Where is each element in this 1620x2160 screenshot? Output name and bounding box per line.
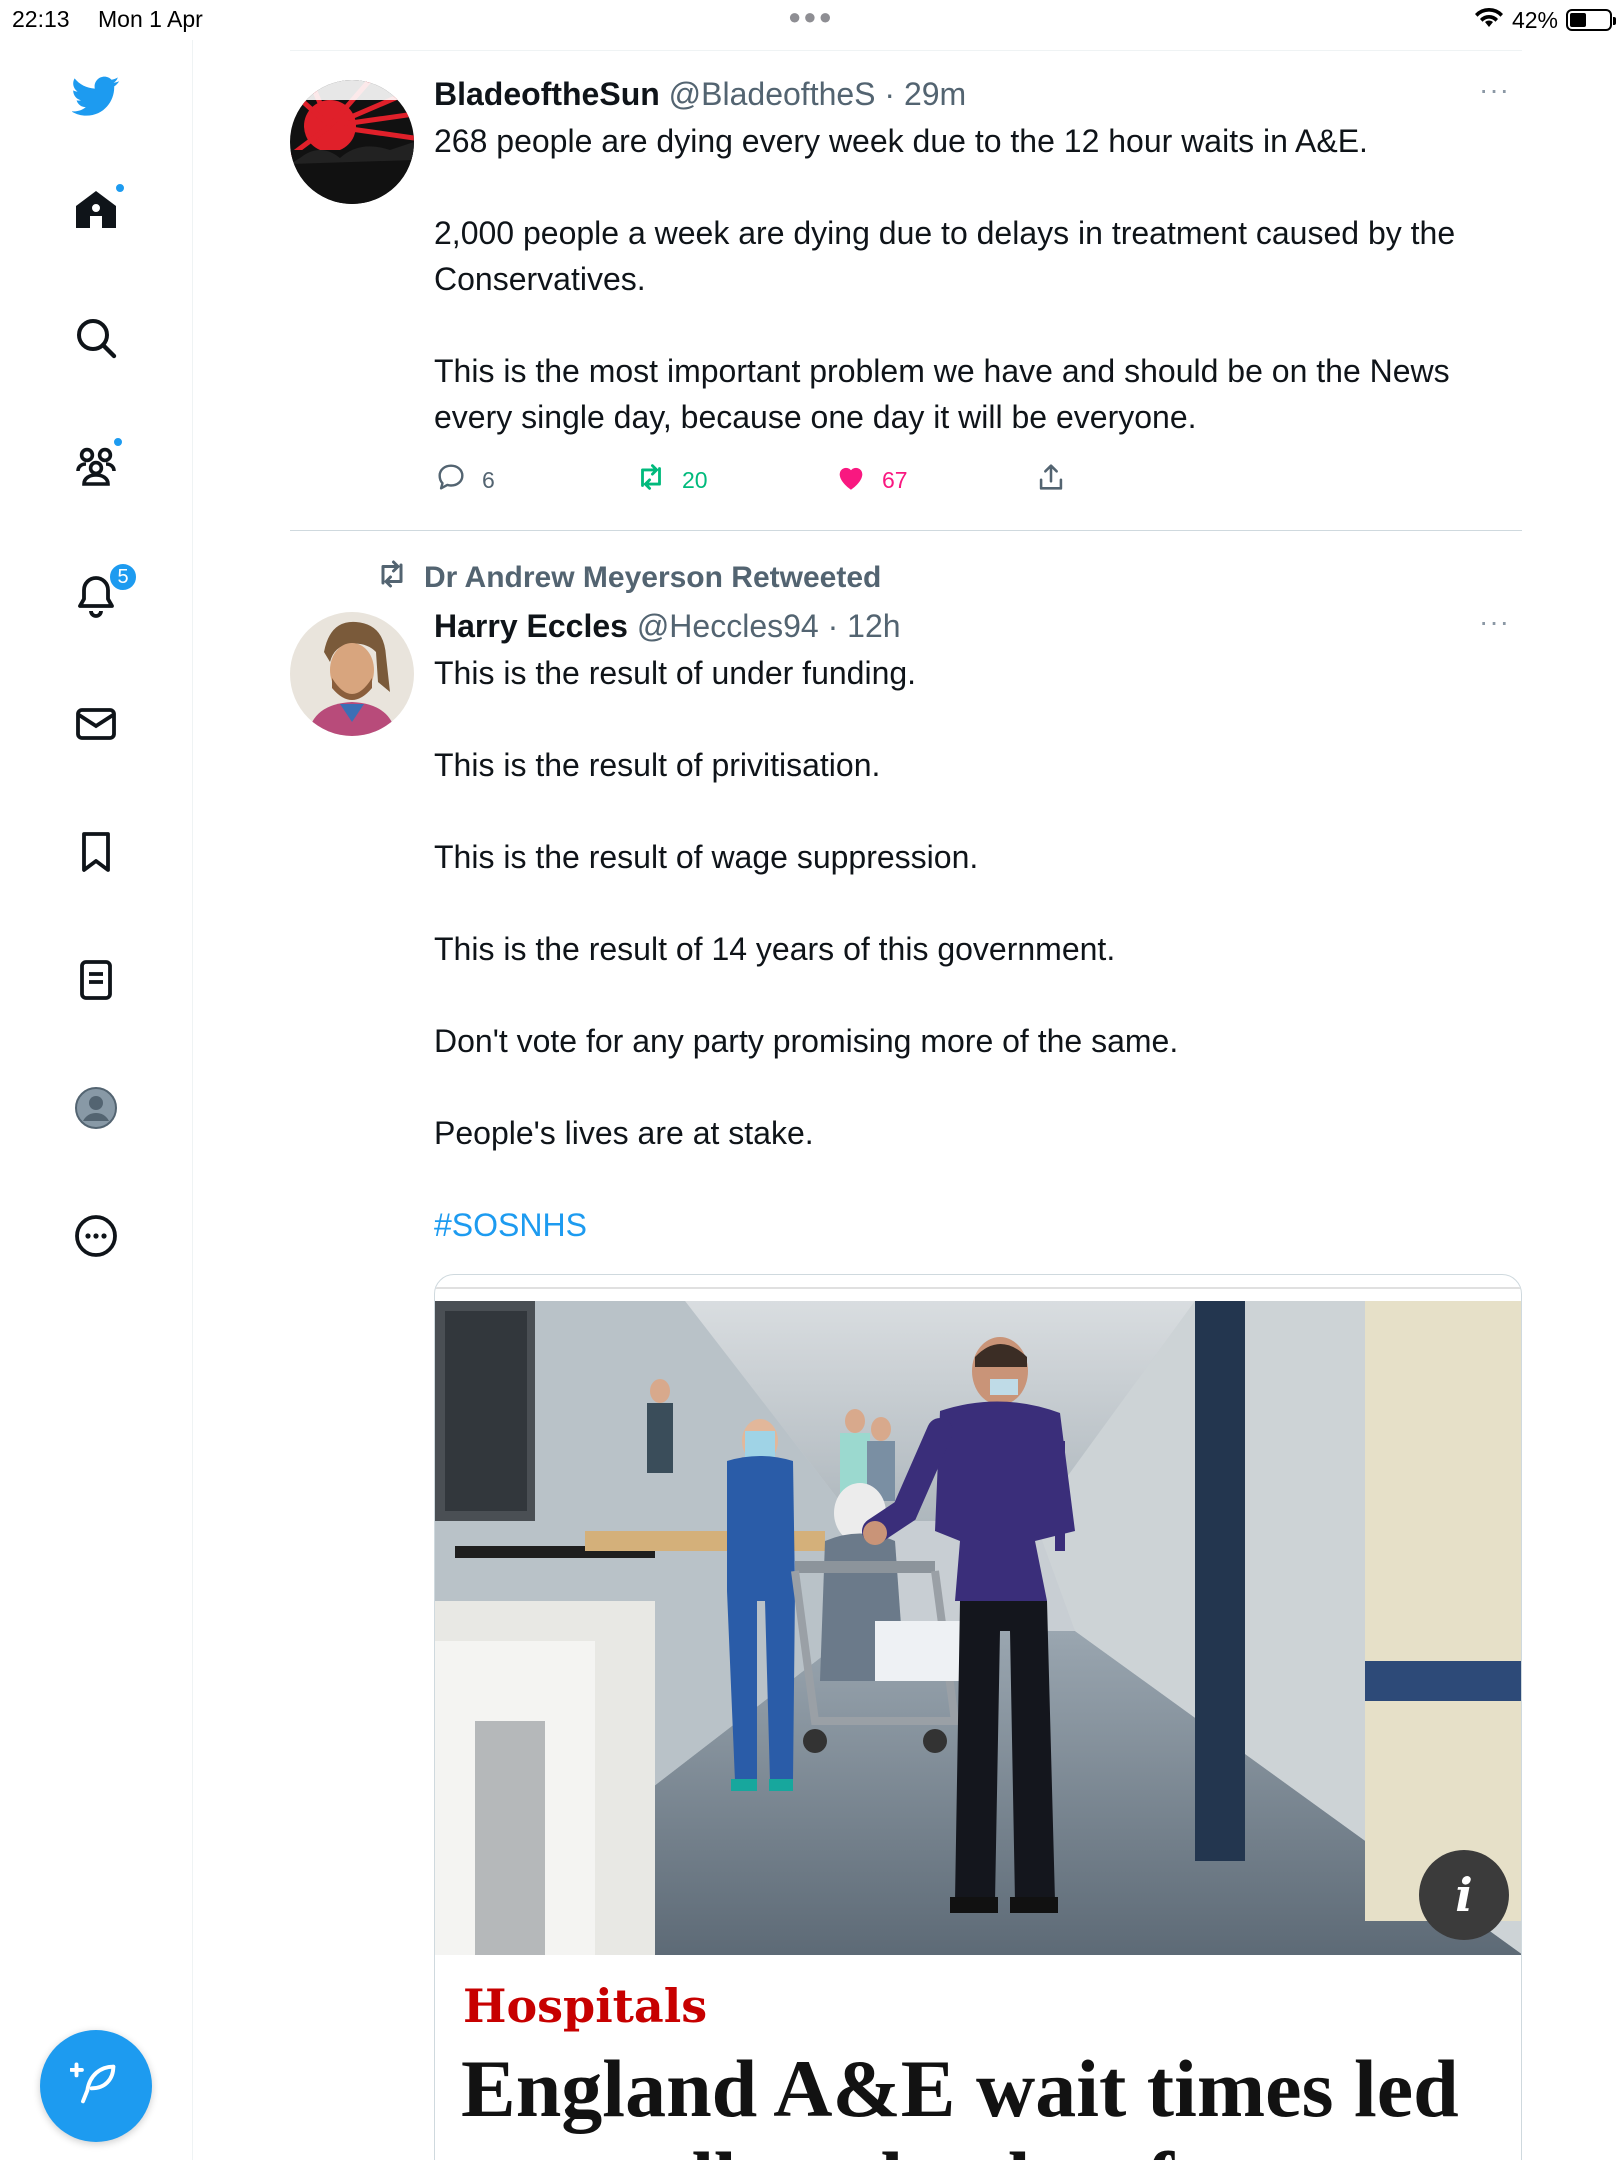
compose-feather-icon [69,2058,122,2115]
battery-fill [1570,13,1586,27]
tweet-paragraph: This is the result of under funding. [434,655,917,691]
battery-cap [1613,17,1616,25]
like-count: 67 [882,466,908,493]
heart-filled-icon [834,460,868,500]
like-button[interactable]: 67 [834,460,1034,500]
people-icon[interactable] [66,436,126,496]
retweet-context[interactable]: Dr Andrew Meyerson Retweeted [374,556,881,600]
tweet-paragraph: People's lives are at stake. [434,1115,814,1151]
card-headline: England A&E wait times led to needless d… [461,2043,1459,2160]
tweet-divider [290,530,1522,531]
more-options-icon[interactable]: ··· [1479,606,1510,638]
wifi-icon [1474,5,1504,35]
card-headline-line: England A&E wait times led [461,2043,1459,2134]
tweet[interactable]: BladeoftheSun @BladeoftheS · 29m ··· 268… [290,74,1522,524]
card-section-label: Hospitals [463,1979,708,2033]
retweet-count: 20 [682,466,708,493]
bird-icon[interactable] [66,66,126,126]
tweet-paragraph: 268 people are dying every week due to t… [434,123,1368,159]
reply-count: 6 [482,466,495,493]
notifications-badge: 5 [108,562,138,592]
reply-button[interactable]: 6 [434,460,634,500]
tweet-content: BladeoftheSun @BladeoftheS · 29m ··· 268… [434,74,1522,500]
home-icon[interactable] [66,180,126,240]
more-circle-icon[interactable] [66,1206,126,1266]
profile-icon[interactable] [66,1078,126,1138]
tweet-text: This is the result of under funding. Thi… [434,650,1522,1248]
tweet-content: Harry Eccles @Heccles94 · 12h ··· This i… [434,606,1522,1248]
tweet-header: Harry Eccles @Heccles94 · 12h [434,606,1522,646]
reply-icon [434,460,468,500]
communities-indicator-dot [112,436,124,448]
tweet-time[interactable]: · 12h [828,608,901,644]
multitasking-dots-icon[interactable]: ●●● [788,4,834,30]
card-headline-line-cut: to needless deaths of up to [461,2135,1459,2160]
list-icon[interactable] [66,950,126,1010]
card-top-rule [435,1287,1521,1289]
home-indicator-dot [114,182,126,194]
search-icon[interactable] [66,308,126,368]
mail-icon[interactable] [66,694,126,754]
hashtag-link[interactable]: #SOSNHS [434,1202,1522,1248]
tweet-paragraph: This is the most important problem we ha… [434,353,1450,435]
tweet-paragraph: This is the result of 14 years of this g… [434,931,1116,967]
feed-top-divider [290,50,1522,51]
tweet-paragraph: This is the result of privitisation. [434,747,881,783]
author-name[interactable]: BladeoftheSun [434,76,660,112]
battery-icon [1566,9,1616,31]
link-card[interactable]: i Hospitals England A&E wait times led t… [434,1274,1522,2160]
compose-button[interactable] [40,2030,152,2142]
author-name[interactable]: Harry Eccles [434,608,628,644]
author-handle[interactable]: @BladeoftheS [669,76,876,112]
author-handle[interactable]: @Heccles94 [637,608,819,644]
tweet-actions: 6 20 67 [434,460,1522,500]
avatar[interactable] [290,612,414,736]
status-indicators: 42% [1474,5,1616,35]
share-button[interactable] [1034,460,1234,500]
card-photo [435,1301,1521,1955]
bookmark-icon[interactable] [66,822,126,882]
info-button[interactable]: i [1419,1850,1509,1940]
sidebar: 5 [0,40,193,2160]
tweet-paragraph: 2,000 people a week are dying due to del… [434,215,1456,297]
share-icon [1034,460,1068,500]
tweet-header: BladeoftheSun @BladeoftheS · 29m [434,74,1522,114]
retweet-button[interactable]: 20 [634,460,834,500]
retweet-context-icon [374,556,410,600]
retweet-icon [634,460,668,500]
status-bar: 22:13 Mon 1 Apr ●●● 42% [0,0,1620,40]
tweet-paragraph: Don't vote for any party promising more … [434,1023,1179,1059]
more-options-icon[interactable]: ··· [1479,74,1510,106]
status-time: 22:13 [12,6,70,32]
battery-percentage: 42% [1511,6,1558,33]
status-date: Mon 1 Apr [98,6,203,32]
tweet-text: 268 people are dying every week due to t… [434,118,1522,440]
avatar[interactable] [290,80,414,204]
bell-icon[interactable]: 5 [66,562,138,626]
retweeted-by: Dr Andrew Meyerson Retweeted [424,561,882,594]
tweet-paragraph: This is the result of wage suppression. [434,839,979,875]
tweet-time[interactable]: · 29m [884,76,966,112]
